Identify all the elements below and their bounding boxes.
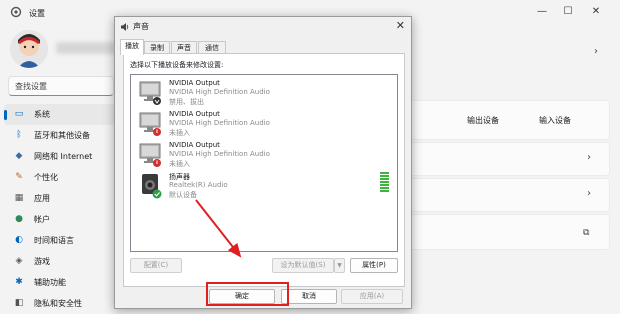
sidebar-item-label: 辅助功能 <box>34 278 66 287</box>
sidebar-item-label: 应用 <box>34 194 50 203</box>
sidebar-item[interactable]: ▭ 系统 <box>4 104 116 125</box>
dialog-title: 声音 <box>133 22 149 31</box>
chevron-right-icon[interactable]: › <box>594 46 598 57</box>
instruction-text: 选择以下播放设备来修改设置: <box>130 61 224 69</box>
set-default-dropdown[interactable]: ▼ <box>334 258 345 273</box>
cancel-button[interactable]: 取消 <box>281 289 337 304</box>
device-row[interactable]: 扬声器 Realtek(R) Audio 默认设备 <box>131 171 397 201</box>
volume-meter-bar <box>380 190 389 192</box>
monitor-icon: ▭ <box>14 109 24 119</box>
wifi-icon: ◆ <box>15 151 23 161</box>
monitor-device-icon <box>139 112 161 136</box>
search-input[interactable]: 查找设置 <box>8 76 114 96</box>
device-status: 未插入 <box>169 129 190 137</box>
volume-meter-bar <box>380 184 389 186</box>
tab-playback[interactable]: 播放 <box>120 39 144 55</box>
set-default-button[interactable]: 设为默认值(S) <box>272 258 334 273</box>
device-description: Realtek(R) Audio <box>169 181 228 189</box>
device-status: 未插入 <box>169 160 190 168</box>
device-status: 禁用、拔出 <box>169 98 204 106</box>
speaker-device-icon <box>142 174 162 199</box>
sound-dialog: 声音 ✕ 播放 录制 声音 通信 选择以下播放设备来修改设置: NVIDIA O… <box>114 16 412 309</box>
configure-button[interactable]: 配置(C) <box>130 258 182 273</box>
sidebar-item-label: 帐户 <box>34 215 50 224</box>
sidebar-item[interactable]: ◐ 时间和语言 <box>4 230 116 251</box>
sidebar-item[interactable]: ᛒ 蓝牙和其他设备 <box>4 125 116 146</box>
playback-panel: 选择以下播放设备来修改设置: NVIDIA Output NVIDIA High … <box>123 53 405 287</box>
monitor-device-icon <box>139 143 161 167</box>
settings-app-icon <box>10 6 22 18</box>
monitor-device-icon <box>139 81 161 105</box>
sidebar-item[interactable]: ◆ 网络和 Internet <box>4 146 116 167</box>
device-description: NVIDIA High Definition Audio <box>169 88 270 96</box>
ok-highlight-box <box>206 282 289 306</box>
device-name: NVIDIA Output <box>169 110 220 118</box>
device-name: NVIDIA Output <box>169 141 220 149</box>
bluetooth-icon: ᛒ <box>16 130 22 140</box>
globe-icon: ◐ <box>15 235 23 245</box>
settings-title: 设置 <box>29 9 45 18</box>
avatar-image <box>10 30 48 68</box>
sidebar-item[interactable]: ✎ 个性化 <box>4 167 116 188</box>
brush-icon: ✎ <box>15 172 23 182</box>
device-list[interactable]: NVIDIA Output NVIDIA High Definition Audi… <box>130 74 398 252</box>
device-name: NVIDIA Output <box>169 79 220 87</box>
device-description: NVIDIA High Definition Audio <box>169 119 270 127</box>
volume-meter-bar <box>380 178 389 180</box>
sidebar-item[interactable]: ✱ 辅助功能 <box>4 272 116 293</box>
sidebar-item-label: 时间和语言 <box>34 236 74 245</box>
device-row[interactable]: NVIDIA Output NVIDIA High Definition Audi… <box>131 140 397 170</box>
sidebar-item[interactable]: ● 帐户 <box>4 209 116 230</box>
sidebar-item[interactable]: ◈ 游戏 <box>4 251 116 272</box>
sidebar-item-label: 系统 <box>34 110 50 119</box>
gamepad-icon: ◈ <box>15 256 23 266</box>
sidebar-item[interactable]: ◧ 隐私和安全性 <box>4 293 116 314</box>
person-icon: ● <box>15 214 23 224</box>
volume-meter <box>380 172 389 194</box>
device-description: NVIDIA High Definition Audio <box>169 150 270 158</box>
close-button[interactable]: ✕ <box>586 4 606 20</box>
sidebar-item-label: 蓝牙和其他设备 <box>34 131 90 140</box>
input-device-tab[interactable]: 输入设备 <box>539 115 571 126</box>
sidebar-item-label: 网络和 Internet <box>34 152 93 161</box>
chevron-right-icon: › <box>587 188 591 199</box>
username-blurred <box>56 42 116 54</box>
device-row[interactable]: NVIDIA Output NVIDIA High Definition Audi… <box>131 109 397 139</box>
accessibility-icon: ✱ <box>15 277 23 287</box>
minimize-button[interactable]: — <box>532 4 552 20</box>
sidebar-item-label: 个性化 <box>34 173 58 182</box>
apply-button[interactable]: 应用(A) <box>341 289 403 304</box>
maximize-button[interactable]: ☐ <box>558 4 578 20</box>
sidebar-item[interactable]: ▦ 应用 <box>4 188 116 209</box>
avatar[interactable] <box>10 30 48 68</box>
device-status: 默认设备 <box>169 191 197 199</box>
volume-meter-bar <box>380 172 389 174</box>
sidebar-item-label: 隐私和安全性 <box>34 299 82 308</box>
search-placeholder: 查找设置 <box>15 82 47 91</box>
properties-button[interactable]: 属性(P) <box>350 258 398 273</box>
external-link-icon[interactable]: ⧉ <box>583 228 589 238</box>
sidebar-item-label: 游戏 <box>34 257 50 266</box>
chevron-right-icon: › <box>587 152 591 163</box>
device-row[interactable]: NVIDIA Output NVIDIA High Definition Audi… <box>131 78 397 108</box>
dialog-close-button[interactable]: ✕ <box>396 19 405 32</box>
sidebar-nav: ▭ 系统 ᛒ 蓝牙和其他设备 ◆ 网络和 Internet ✎ 个性化 ▦ 应用 ● 帐户 ◐ 时间和语言… <box>4 104 116 314</box>
speaker-icon <box>121 23 129 31</box>
volume-meter-bar <box>380 181 389 183</box>
output-device-tab[interactable]: 输出设备 <box>467 115 499 126</box>
volume-meter-bar <box>380 187 389 189</box>
apps-icon: ▦ <box>14 193 24 203</box>
shield-icon: ◧ <box>14 298 24 308</box>
volume-meter-bar <box>380 175 389 177</box>
